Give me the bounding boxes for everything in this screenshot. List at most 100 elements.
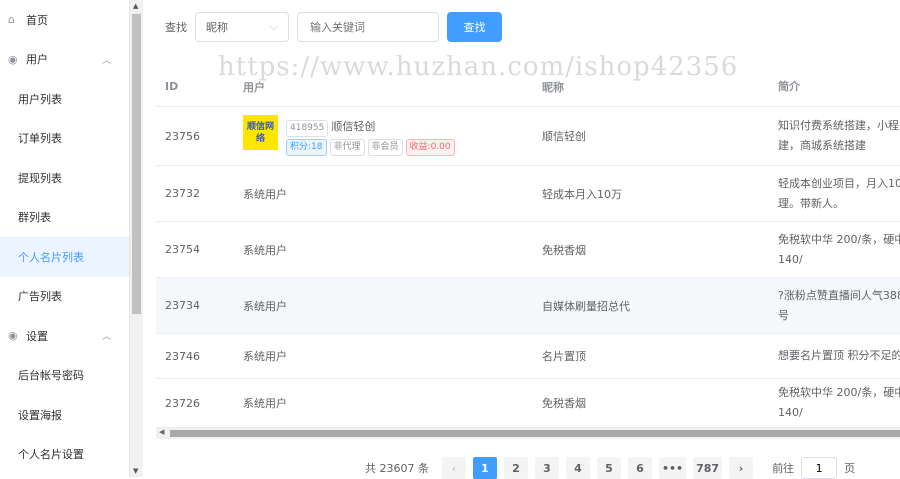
page-button[interactable]: 5 — [597, 457, 621, 479]
header-id: ID — [165, 80, 179, 93]
row-nickname: 轻成本月入10万 — [542, 187, 622, 201]
chevron-up-icon: ︿ — [101, 55, 111, 66]
scroll-down-icon[interactable]: ▼ — [133, 467, 138, 475]
row-user: 系统用户 — [243, 397, 287, 410]
pagination: 共 23607 条 ‹ 123456 ••• 787 › 前往 页 — [365, 457, 855, 479]
sidebar-item-label: 用户列表 — [18, 92, 62, 106]
next-page-button[interactable]: › — [729, 457, 754, 479]
home-icon: ⌂ — [8, 13, 15, 27]
scroll-left-icon[interactable]: ◀ — [159, 428, 164, 436]
intro-line: 知识付费系统搭建，小程 — [778, 119, 899, 132]
row-user: 系统用户 — [243, 243, 287, 257]
page-button[interactable]: 4 — [566, 457, 590, 479]
row-nickname: 免税香烟 — [542, 243, 586, 257]
row-intro: ?涨粉点赞直播间人气388 号 — [778, 286, 900, 326]
row-id: 23754 — [165, 243, 200, 256]
sidebar-item[interactable]: ⌂ 首页 — [0, 0, 129, 40]
intro-line: 建，商城系统搭建 — [778, 139, 866, 152]
search-label: 查找 — [165, 21, 187, 34]
sidebar-item[interactable]: ◉ 用户 ︿ — [0, 40, 129, 80]
sidebar-item[interactable]: ◉ 设置 ︿ — [0, 316, 129, 356]
points-tag: 积分:18 — [286, 139, 327, 156]
row-intro: 轻成本创业项目，月入10 理。带新人。 — [778, 174, 900, 214]
page-button[interactable]: 6 — [628, 457, 652, 479]
prev-page-button[interactable]: ‹ — [442, 457, 466, 479]
sidebar-item[interactable]: 群列表 — [0, 198, 129, 238]
intro-line: ?涨粉点赞直播间人气388 — [778, 288, 900, 302]
search-bar: 查找 昵称 ⌵ 查找 — [165, 12, 502, 42]
location-icon: ◉ — [8, 329, 18, 343]
page-button[interactable]: 787 — [693, 457, 723, 479]
member-tag: 非会员 — [367, 139, 403, 156]
scrollbar-thumb[interactable] — [132, 14, 141, 314]
intro-line: 免税软中华 200/条，硬中 — [778, 232, 900, 246]
avatar: 顺信网络 — [243, 115, 278, 150]
intro-line: 轻成本创业项目，月入10 — [778, 176, 900, 190]
row-user: 系统用户 — [243, 299, 287, 313]
row-id: 23756 — [165, 129, 200, 143]
table-row[interactable]: 23726 系统用户 免税香烟 免税软中华 200/条，硬中 140/ — [156, 379, 900, 428]
table-row[interactable]: 23734 系统用户 自媒体刷量招总代 ?涨粉点赞直播间人气388 号 — [156, 278, 900, 334]
sidebar-item[interactable]: 用户列表 — [0, 79, 129, 119]
sidebar-item[interactable]: 个人名片设置 — [0, 435, 129, 475]
search-field-select[interactable]: 昵称 ⌵ — [195, 12, 289, 42]
table-row[interactable]: 23756 顺信网络 418955 顺信轻创 积分:18 非代理 非会员 收益:0.00 顺信轻… — [156, 107, 900, 166]
goto-label: 前往 — [772, 462, 795, 475]
page-button[interactable]: ••• — [659, 457, 687, 479]
row-id: 23734 — [165, 299, 200, 312]
chevron-down-icon: ⌵ — [269, 20, 278, 33]
sidebar-item-label: 订单列表 — [18, 132, 62, 146]
user-line: 418955 顺信轻创 — [286, 118, 458, 137]
table-row[interactable]: 23746 系统用户 名片置顶 想要名片置顶 积分不足的 — [156, 334, 900, 379]
goto-page-input[interactable] — [801, 457, 838, 479]
row-id: 23746 — [165, 349, 200, 363]
sidebar-item-label: 首页 — [26, 13, 48, 27]
sidebar-item-label: 群列表 — [18, 211, 51, 225]
intro-line: 免税软中华 200/条，硬中 — [778, 386, 900, 399]
row-user: 系统用户 — [243, 350, 287, 363]
main-content: 查找 昵称 ⌵ 查找 ID 用户 昵称 简介 23756 顺信网络 418955顺信轻… — [143, 0, 900, 479]
page-button[interactable]: 2 — [504, 457, 528, 479]
table-row[interactable]: 23732 系统用户 轻成本月入10万 轻成本创业项目，月入10 理。带新人。 — [156, 166, 900, 222]
user-name: 顺信轻创 — [331, 120, 376, 133]
intro-line: 号 — [778, 308, 789, 322]
row-nickname: 名片置顶 — [542, 350, 586, 363]
search-input[interactable] — [297, 12, 439, 42]
sidebar-item[interactable]: 个人名片列表 — [0, 237, 129, 277]
sidebar-item-label: 个人名片列表 — [18, 250, 84, 264]
sidebar-item-label: 设置海报 — [18, 408, 62, 422]
header-intro: 简介 — [778, 79, 800, 93]
page-button[interactable]: 3 — [535, 457, 559, 479]
sidebar-item[interactable]: 提现列表 — [0, 158, 129, 198]
sidebar: ⌂ 首页 ◉ 用户 ︿ 用户列表订单列表提现列表群列表个人名片列表广告列表 ◉ 设置 ︿ 后台帐号… — [0, 0, 130, 477]
sidebar-item-label: 用户 — [26, 53, 48, 67]
select-value: 昵称 — [206, 21, 228, 34]
table-row[interactable]: 23754 系统用户 免税香烟 免税软中华 200/条，硬中 140/ — [156, 222, 900, 278]
sidebar-item[interactable]: 设置海报 — [0, 395, 129, 435]
search-button[interactable]: 查找 — [447, 12, 502, 42]
sidebar-item[interactable]: 订单列表 — [0, 119, 129, 159]
total-count: 共 23607 条 — [365, 462, 429, 475]
sidebar-scrollbar[interactable]: ▲ ▼ — [130, 0, 143, 477]
intro-line: 想要名片置顶 积分不足的 — [778, 349, 900, 362]
sidebar-item[interactable]: 广告列表 — [0, 277, 129, 317]
row-id: 23732 — [165, 187, 200, 200]
row-intro: 免税软中华 200/条，硬中 140/ — [778, 230, 900, 270]
sidebar-item[interactable]: 后台帐号密码 — [0, 356, 129, 396]
sidebar-item-label: 个人名片设置 — [18, 448, 84, 462]
row-user: 系统用户 — [243, 187, 287, 201]
user-id-tag: 418955 — [286, 120, 329, 137]
page-button[interactable]: 1 — [473, 457, 497, 479]
header-nickname: 昵称 — [542, 80, 564, 94]
row-id: 23726 — [165, 396, 200, 410]
header-user: 用户 — [243, 80, 265, 94]
row-nickname: 免税香烟 — [542, 397, 586, 410]
row-intro: 免税软中华 200/条，硬中 140/ — [778, 383, 900, 423]
table-horizontal-scrollbar[interactable]: ◀ — [156, 428, 900, 439]
scrollbar-thumb[interactable] — [170, 430, 900, 437]
intro-line: 140/ — [778, 406, 803, 419]
scroll-up-icon[interactable]: ▲ — [133, 2, 138, 10]
user-tags: 积分:18 非代理 非会员 收益:0.00 — [286, 139, 458, 156]
agent-tag: 非代理 — [329, 139, 365, 156]
table-header: ID 用户 昵称 简介 — [156, 67, 900, 107]
